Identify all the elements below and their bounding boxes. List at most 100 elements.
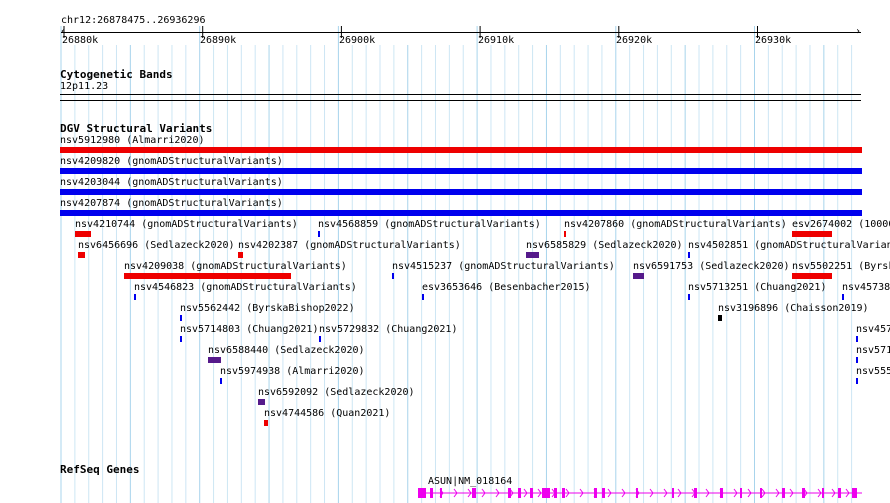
sv-feature-loss[interactable] [60, 147, 862, 153]
ruler-tick-label: 26910k [478, 35, 515, 46]
gene-exon [852, 488, 857, 498]
sv-label: esv3653646 (Besenbacher2015) [422, 282, 591, 293]
sv-feature-gain[interactable] [856, 378, 858, 384]
gene-exon [760, 488, 762, 498]
sv-feature-gain[interactable] [392, 273, 394, 279]
sv-label: nsv5729832 (Chuang2021) [319, 324, 458, 335]
gene-exon [508, 488, 511, 498]
sv-feature-gain[interactable] [319, 336, 321, 342]
sv-feature-gain[interactable] [60, 210, 862, 216]
gene-exon [594, 488, 597, 498]
refseq-track-title[interactable]: RefSeq Genes [60, 463, 139, 476]
sv-label: esv2674002 (10000 [792, 219, 890, 230]
sv-feature-gain[interactable] [180, 336, 182, 342]
ruler-tick-label: 26890k [200, 35, 237, 46]
sv-feature-gain[interactable] [856, 357, 858, 363]
sv-label: nsv4502851 (gnomADStructuralVariants [688, 240, 890, 251]
sv-feature-loss[interactable] [238, 252, 243, 258]
sv-feature-gain[interactable] [422, 294, 424, 300]
sv-label: nsv6592092 (Sedlazeck2020) [258, 387, 415, 398]
ruler-tick-label: 26880k [62, 35, 99, 46]
sv-feature-complex[interactable] [208, 357, 221, 363]
ruler-right-arrow: › [855, 26, 862, 37]
sv-feature-complex[interactable] [633, 273, 644, 279]
gene-exon [440, 488, 442, 498]
sv-label: nsv457 [856, 324, 890, 335]
sv-label: nsv45738 [842, 282, 890, 293]
gene-exon [694, 488, 697, 498]
sv-label: nsv571 [856, 345, 890, 356]
cytoband-band-bottom [60, 100, 861, 101]
sv-feature-loss[interactable] [564, 231, 566, 237]
gene-exon [430, 488, 433, 498]
sv-label: nsv4744586 (Quan2021) [264, 408, 391, 419]
location-label: chr12:26878475..26936296 [61, 15, 206, 26]
sv-feature-loss[interactable] [264, 420, 268, 426]
cytoband-band-top [60, 94, 861, 95]
sv-label: nsv4203044 (gnomADStructuralVariants) [60, 177, 283, 188]
sv-label: nsv4209820 (gnomADStructuralVariants) [60, 156, 283, 167]
gene-exon [740, 488, 742, 498]
sv-feature-gain[interactable] [688, 252, 690, 258]
sv-label: nsv5714803 (Chuang2021) [180, 324, 319, 335]
sv-label: nsv4568859 (gnomADStructuralVariants) [318, 219, 541, 230]
ruler-tick-label: 26930k [755, 35, 792, 46]
gene-exon [602, 488, 605, 498]
gene-exon [802, 488, 805, 498]
sv-feature-other[interactable] [718, 315, 722, 321]
gene-exon [562, 488, 565, 498]
gene-exon [838, 488, 841, 498]
sv-feature-gain[interactable] [220, 378, 222, 384]
gene-exon [822, 488, 824, 498]
sv-label: nsv5562442 (ByrskaBishop2022) [180, 303, 355, 314]
ruler-tick-label: 26900k [339, 35, 376, 46]
gene-exon [542, 488, 550, 498]
sv-label: nsv4546823 (gnomADStructuralVariants) [134, 282, 357, 293]
sv-label: nsv5502251 (Byrsk [792, 261, 890, 272]
ruler-axis [61, 32, 861, 33]
sv-feature-loss[interactable] [78, 252, 85, 258]
sv-label: nsv4207874 (gnomADStructuralVariants) [60, 198, 283, 209]
sv-label: nsv6591753 (Sedlazeck2020) [633, 261, 790, 272]
sv-label: nsv4515237 (gnomADStructuralVariants) [392, 261, 615, 272]
sv-feature-complex[interactable] [258, 399, 265, 405]
sv-feature-gain[interactable] [60, 189, 862, 195]
gene-exon [720, 488, 723, 498]
sv-feature-gain[interactable] [856, 336, 858, 342]
sv-feature-gain[interactable] [60, 168, 862, 174]
gene-exon [672, 488, 674, 498]
sv-feature-gain[interactable] [180, 315, 182, 321]
sv-label: nsv4209038 (gnomADStructuralVariants) [124, 261, 347, 272]
sv-label: nsv6456696 (Sedlazeck2020) [78, 240, 235, 251]
sv-feature-gain[interactable] [688, 294, 690, 300]
sv-label: nsv4210744 (gnomADStructuralVariants) [75, 219, 298, 230]
gene-exon [518, 488, 521, 498]
sv-feature-loss[interactable] [792, 231, 832, 237]
dgv-track-title[interactable]: DGV Structural Variants [60, 122, 212, 135]
ruler-tick-label: 26920k [616, 35, 653, 46]
sv-label: nsv6588440 (Sedlazeck2020) [208, 345, 365, 356]
sv-feature-loss[interactable] [792, 273, 832, 279]
gene-exon [554, 488, 557, 498]
sv-label: nsv5713251 (Chuang2021) [688, 282, 827, 293]
sv-feature-gain[interactable] [318, 231, 320, 237]
cytoband-track-title[interactable]: Cytogenetic Bands [60, 68, 173, 81]
sv-feature-complex[interactable] [526, 252, 539, 258]
gene-model[interactable] [410, 484, 862, 503]
sv-label: nsv6585829 (Sedlazeck2020) [526, 240, 683, 251]
sv-feature-loss[interactable] [124, 273, 291, 279]
gene-exon [418, 488, 426, 498]
sv-label: nsv3196896 (Chaisson2019) [718, 303, 869, 314]
sv-label: nsv5912980 (Almarri2020) [60, 135, 205, 146]
sv-label: nsv4207860 (gnomADStructuralVariants) [564, 219, 787, 230]
sv-label: nsv5974938 (Almarri2020) [220, 366, 365, 377]
sv-feature-gain[interactable] [842, 294, 844, 300]
gene-exon [636, 488, 638, 498]
gene-exon [782, 488, 785, 498]
gene-exon [530, 488, 533, 498]
sv-feature-loss[interactable] [75, 231, 91, 237]
sv-feature-gain[interactable] [134, 294, 136, 300]
sv-label: nsv555 [856, 366, 890, 377]
sv-label: nsv4202387 (gnomADStructuralVariants) [238, 240, 461, 251]
gene-exon [472, 488, 476, 498]
